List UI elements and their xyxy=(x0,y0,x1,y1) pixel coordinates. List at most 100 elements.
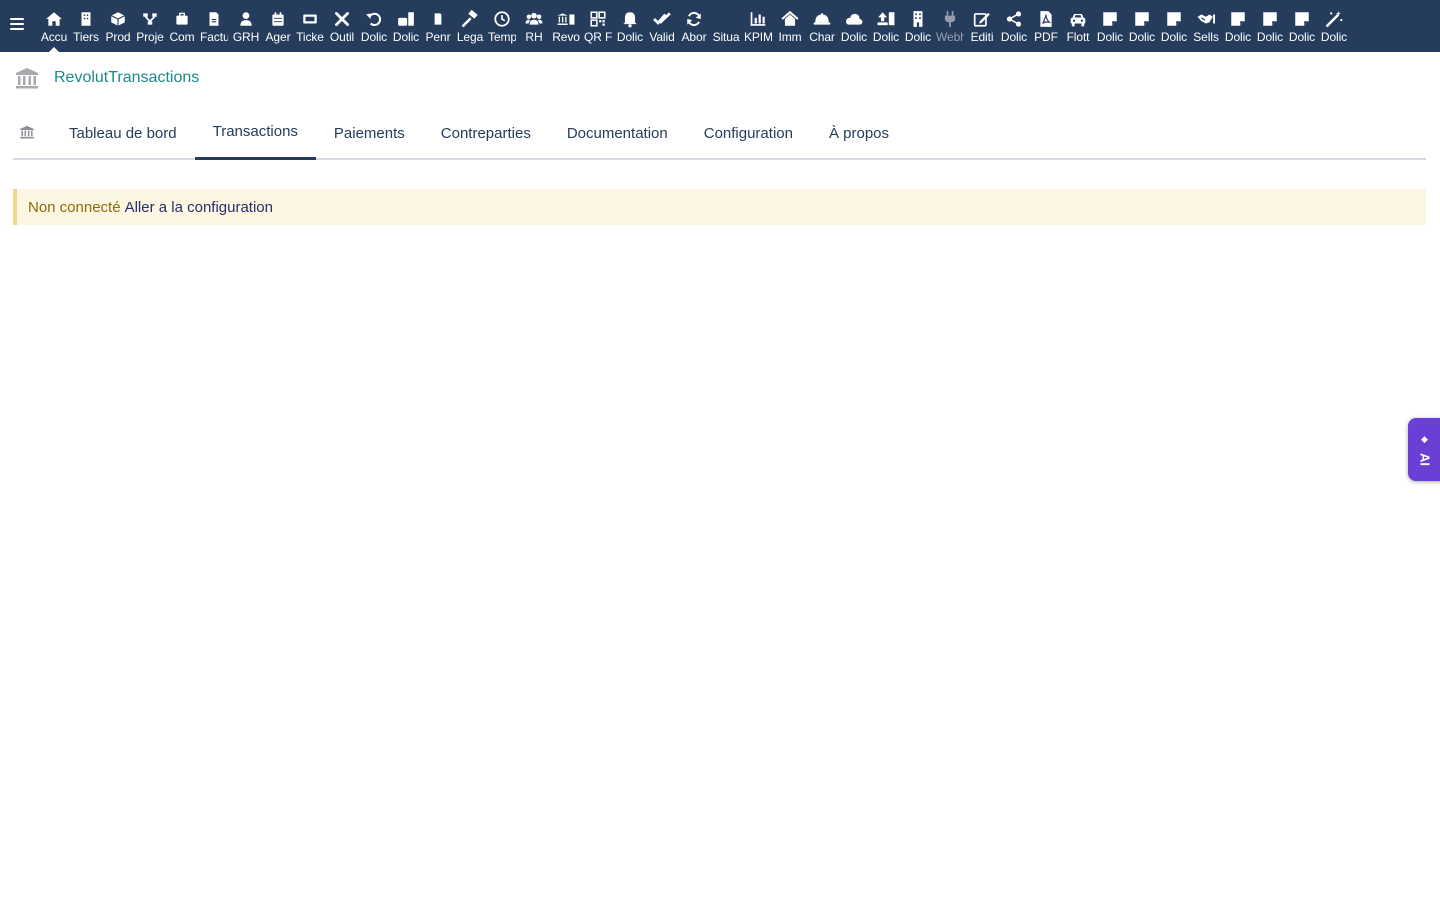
menu-item-label: Editi xyxy=(970,31,994,44)
menu-item-valid[interactable]: Valid xyxy=(646,0,678,52)
tab-payments[interactable]: Paiements xyxy=(316,106,423,160)
menu-item-situa[interactable]: Situa xyxy=(710,0,742,52)
menu-item-label: Dolic xyxy=(872,31,900,44)
menu-item-dolic[interactable]: Dolic xyxy=(1254,0,1286,52)
tab-documentation[interactable]: Documentation xyxy=(549,106,686,160)
tab-label: À propos xyxy=(828,124,890,142)
menu-item-dolic[interactable]: Dolic xyxy=(390,0,422,52)
clock-icon xyxy=(486,9,518,29)
bank-icon xyxy=(20,125,34,139)
menu-item-tiers[interactable]: Tiers xyxy=(70,0,102,52)
menu-item-dolic[interactable]: Dolic xyxy=(1286,0,1318,52)
menu-item-dolic[interactable]: Dolic xyxy=(1222,0,1254,52)
menu-item-pdf[interactable]: PDF xyxy=(1030,0,1062,52)
sparkle-icon: ◆ xyxy=(1421,434,1428,444)
menu-item-prod[interactable]: Prod xyxy=(102,0,134,52)
menu-item-webh[interactable]: Webh xyxy=(934,0,966,52)
menu-item-label: Dolic xyxy=(616,31,644,44)
menu-item-char[interactable]: Char xyxy=(806,0,838,52)
menu-item-dolic[interactable]: Dolic xyxy=(1318,0,1350,52)
menu-item-proje[interactable]: Proje xyxy=(134,0,166,52)
hard-hat-icon xyxy=(806,9,838,29)
menu-item-dolic[interactable]: Dolic xyxy=(998,0,1030,52)
menu-item-dolic[interactable]: Dolic xyxy=(870,0,902,52)
tools-icon xyxy=(326,9,358,29)
go-to-configuration-link[interactable]: Aller a la configuration xyxy=(125,199,273,216)
tab-label: Tableau de bord xyxy=(69,124,177,142)
tab-home-bank-icon[interactable] xyxy=(13,106,41,158)
menu-item-dolic[interactable]: Dolic xyxy=(614,0,646,52)
menu-item-label: Ticke xyxy=(296,31,324,44)
menu-item-label: Penr xyxy=(425,31,451,44)
menu-item-dolic[interactable]: Dolic xyxy=(1094,0,1126,52)
menu-item-label: KPIM xyxy=(744,31,772,44)
menu-item-revo[interactable]: Revo xyxy=(550,0,582,52)
bank-icon xyxy=(16,68,38,89)
menu-item-dolic[interactable]: Dolic xyxy=(358,0,390,52)
car-icon xyxy=(1062,9,1094,29)
tab-configuration[interactable]: Configuration xyxy=(686,106,811,160)
menu-item-label: Com xyxy=(169,31,195,44)
tab-label: Configuration xyxy=(703,124,793,142)
menu-item-label: Proje xyxy=(136,31,164,44)
menu-item-sells[interactable]: Sells xyxy=(1190,0,1222,52)
menu-item-ticke[interactable]: Ticke xyxy=(294,0,326,52)
tab-bar: Tableau de bord Transactions Paiements C… xyxy=(13,106,1426,160)
menu-item-label: Dolic xyxy=(392,31,420,44)
menu-item-grh[interactable]: GRH xyxy=(230,0,262,52)
tab-label: Documentation xyxy=(566,124,668,142)
menu-item-com[interactable]: Com xyxy=(166,0,198,52)
menu-item-rh[interactable]: RH xyxy=(518,0,550,52)
gavel-icon xyxy=(454,9,486,29)
menu-item-dolic[interactable]: Dolic xyxy=(838,0,870,52)
tab-label: Transactions xyxy=(212,123,298,140)
menu-item-label: Accu xyxy=(40,31,68,44)
menu-item-factu[interactable]: Factu xyxy=(198,0,230,52)
users-icon xyxy=(518,9,550,29)
edit-icon xyxy=(966,9,998,29)
tab-about[interactable]: À propos xyxy=(811,106,907,160)
module-title[interactable]: RevolutTransactions xyxy=(54,69,199,87)
menu-item-imm[interactable]: Imm xyxy=(774,0,806,52)
menu-item-temp[interactable]: Temp xyxy=(486,0,518,52)
note-icon xyxy=(1126,9,1158,29)
hamburger-menu-icon[interactable] xyxy=(10,18,24,30)
plug-icon xyxy=(934,9,966,29)
menu-item-dolic[interactable]: Dolic xyxy=(902,0,934,52)
note-icon xyxy=(1158,9,1190,29)
upload-icon xyxy=(870,9,902,29)
home-icon xyxy=(38,9,70,29)
menu-item-kpim[interactable]: KPIM xyxy=(742,0,774,52)
menu-item-ager[interactable]: Ager xyxy=(262,0,294,52)
menu-item-label: QR F xyxy=(584,31,612,44)
tab-transactions[interactable]: Transactions xyxy=(194,106,316,160)
refresh-icon xyxy=(678,9,710,29)
building-icon xyxy=(70,9,102,29)
menu-item-label: Factu xyxy=(200,31,228,44)
menu-item-penr[interactable]: Penr xyxy=(422,0,454,52)
menu-item-dolic[interactable]: Dolic xyxy=(1126,0,1158,52)
menu-item-accu[interactable]: Accu xyxy=(38,0,70,52)
menu-item-abor[interactable]: Abor xyxy=(678,0,710,52)
menu-item-label: Imm xyxy=(778,31,802,44)
tab-dashboard[interactable]: Tableau de bord xyxy=(51,106,195,160)
menu-item-editi[interactable]: Editi xyxy=(966,0,998,52)
menu-item-flott[interactable]: Flott xyxy=(1062,0,1094,52)
menu-item-label: Dolic xyxy=(1320,31,1348,44)
note-icon xyxy=(1094,9,1126,29)
menu-item-dolic[interactable]: Dolic xyxy=(1158,0,1190,52)
menu-item-qr-f[interactable]: QR F xyxy=(582,0,614,52)
menu-item-label: Revo xyxy=(552,31,580,44)
menu-item-outil[interactable]: Outil xyxy=(326,0,358,52)
menu-item-label: Temp xyxy=(488,31,516,44)
menu-item-lega[interactable]: Lega xyxy=(454,0,486,52)
menu-item-label: GRH xyxy=(232,31,260,44)
qrcode-icon xyxy=(582,9,614,29)
menu-item-label: Dolic xyxy=(1224,31,1252,44)
warning-text: Non connecté xyxy=(28,198,121,216)
tab-counterparties[interactable]: Contreparties xyxy=(423,106,549,160)
note-icon xyxy=(1286,9,1318,29)
note-icon xyxy=(1222,9,1254,29)
house-icon xyxy=(774,9,806,29)
ai-assistant-button[interactable]: ◆ AI xyxy=(1408,418,1440,481)
